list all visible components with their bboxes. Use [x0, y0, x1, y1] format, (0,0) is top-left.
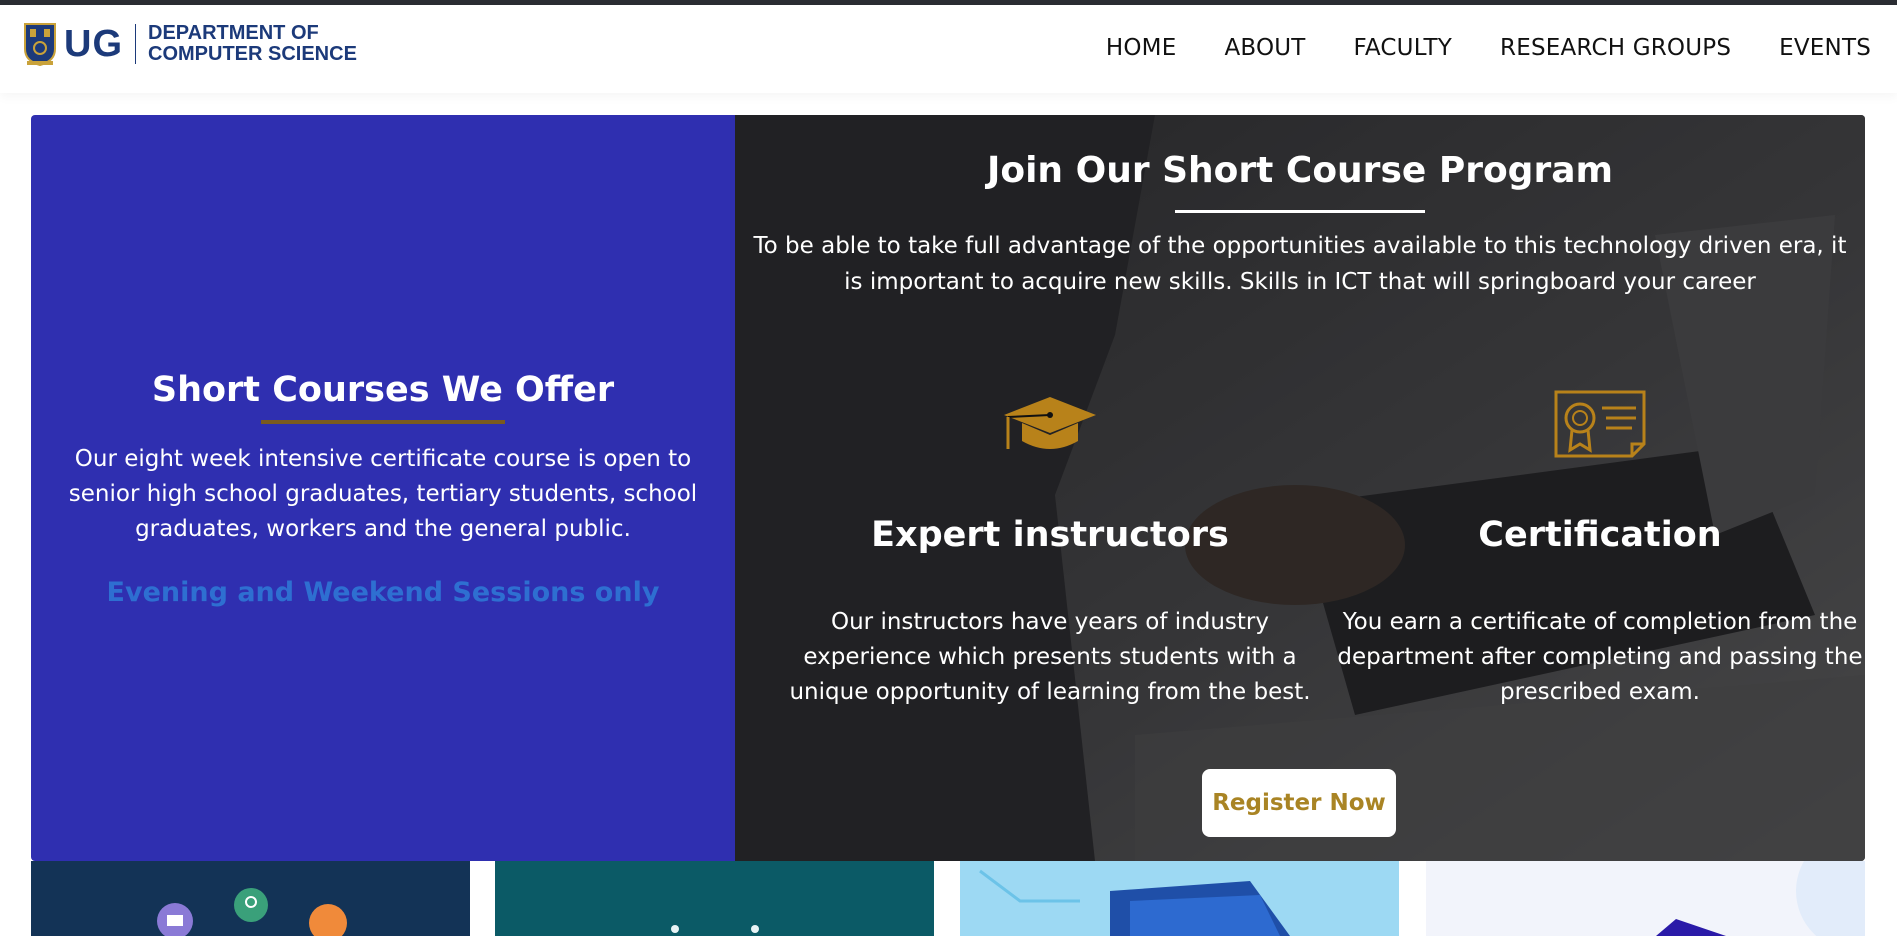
join-program-title: Join Our Short Course Program: [986, 150, 1614, 191]
nav-faculty[interactable]: FACULTY: [1354, 35, 1453, 61]
card-illustration: [979, 869, 1290, 936]
course-card[interactable]: [1426, 861, 1865, 936]
course-card[interactable]: [495, 861, 934, 936]
nav-events[interactable]: EVENTS: [1779, 35, 1871, 61]
short-courses-description: Our eight week intensive certificate cou…: [68, 446, 698, 542]
title-underline: [261, 420, 505, 424]
join-title-underline: [1175, 210, 1425, 213]
feature-certification: Certification You earn a certificate of …: [1325, 385, 1865, 710]
nav-research-groups[interactable]: RESEARCH GROUPS: [1500, 35, 1731, 61]
join-program-intro: To be able to take full advantage of the…: [753, 233, 1847, 295]
nav-about[interactable]: ABOUT: [1224, 35, 1305, 61]
join-program-panel: Join Our Short Course Program To be able…: [735, 115, 1865, 861]
feature-title: Certification: [1478, 515, 1722, 555]
short-course-section: Short Courses We Offer Our eight week in…: [31, 115, 1865, 861]
short-courses-title: Short Courses We Offer: [151, 370, 615, 410]
card-illustration: [1656, 861, 1865, 936]
card-illustration: [495, 861, 934, 936]
feature-description: Our instructors have years of industry e…: [789, 609, 1311, 705]
feature-title: Expert instructors: [871, 515, 1229, 555]
university-crest-icon: [24, 23, 56, 67]
logo-department-text: DEPARTMENT OF COMPUTER SCIENCE: [148, 23, 357, 65]
course-card[interactable]: [960, 861, 1399, 936]
site-header: UG DEPARTMENT OF COMPUTER SCIENCE HOME A…: [0, 5, 1897, 93]
logo-dept-line2: COMPUTER SCIENCE: [148, 43, 357, 65]
feature-description: You earn a certificate of completion fro…: [1337, 609, 1863, 705]
card-illustration: [157, 888, 347, 936]
graduation-cap-icon: [1004, 397, 1096, 449]
feature-expert-instructors: Expert instructors Our instructors have …: [775, 385, 1325, 710]
main-nav: HOME ABOUT FACULTY RESEARCH GROUPS EVENT…: [1058, 35, 1871, 61]
course-card[interactable]: [31, 861, 470, 936]
short-courses-panel: Short Courses We Offer Our eight week in…: [31, 115, 735, 861]
register-now-button[interactable]: Register Now: [1202, 769, 1396, 837]
logo-dept-line1: DEPARTMENT OF: [148, 22, 319, 44]
sessions-note: Evening and Weekend Sessions only: [106, 577, 660, 608]
logo-ug-text: UG: [64, 24, 136, 64]
nav-home[interactable]: HOME: [1106, 35, 1177, 61]
site-logo[interactable]: UG DEPARTMENT OF COMPUTER SCIENCE: [22, 21, 357, 67]
certificate-icon: [1554, 390, 1646, 458]
course-cards-row: [31, 861, 1865, 936]
